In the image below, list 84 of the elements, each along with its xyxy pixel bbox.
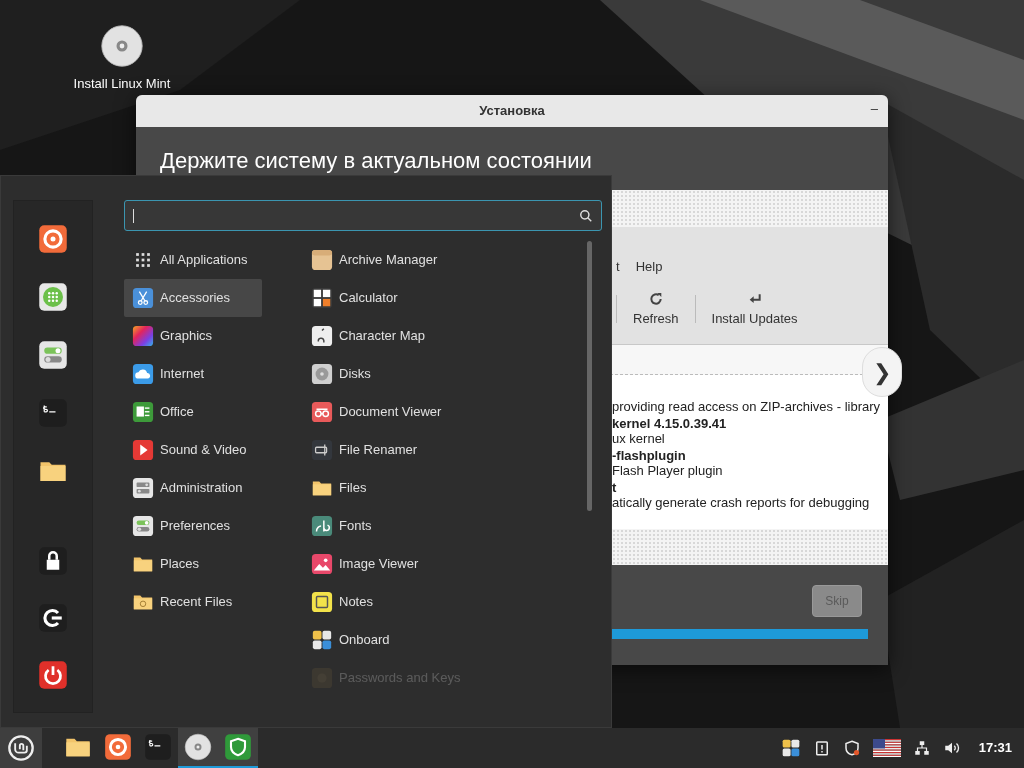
image-icon	[311, 553, 333, 575]
flag-icon	[872, 739, 901, 757]
network-icon	[912, 739, 931, 757]
favorite-launcher[interactable]	[38, 398, 68, 428]
favorite-launcher[interactable]	[38, 340, 68, 370]
terminal-icon	[38, 398, 68, 428]
glasses-icon	[311, 401, 333, 423]
category-item[interactable]: Places	[124, 545, 262, 583]
session-button[interactable]	[38, 603, 68, 633]
fonts-icon	[311, 515, 333, 537]
app-item[interactable]: Document Viewer	[311, 393, 602, 431]
category-item[interactable]: Preferences	[124, 507, 262, 545]
app-item[interactable]: File Renamer	[311, 431, 602, 469]
clock[interactable]: 17:31	[978, 738, 1012, 758]
note-icon	[311, 591, 333, 613]
app-item[interactable]: Onboard	[311, 621, 602, 659]
server-icon	[132, 477, 154, 499]
menu-button[interactable]	[0, 728, 42, 768]
document-icon	[132, 401, 154, 423]
favorite-launcher[interactable]	[38, 282, 68, 312]
page-heading: Держите систему в актуальном состоянии	[160, 147, 592, 175]
category-item[interactable]: Office	[124, 393, 262, 431]
character-icon	[311, 325, 333, 347]
package-description: Flash Player plugin	[612, 463, 724, 478]
app-item[interactable]: Archive Manager	[311, 241, 602, 279]
package-name: kernel 4.15.0.39.41	[612, 416, 728, 431]
keyboard-icon	[311, 629, 333, 651]
shield-icon	[224, 733, 252, 761]
menu-item[interactable]: Help	[635, 257, 663, 277]
category-item[interactable]: Internet	[124, 355, 262, 393]
taskbar-launcher[interactable]	[218, 728, 258, 768]
app-item[interactable]: Files	[311, 469, 602, 507]
search-field[interactable]	[124, 200, 602, 231]
archive-box-icon	[311, 249, 333, 271]
toolbar-button[interactable]: Refresh	[633, 308, 679, 328]
package-description: atically generate crash reports for debugging	[612, 495, 871, 510]
package-description: ux kernel	[612, 431, 666, 446]
power-icon	[38, 660, 68, 690]
toggles-icon	[132, 515, 154, 537]
lock-icon	[38, 546, 68, 576]
favorite-launcher[interactable]	[38, 224, 68, 254]
session-button[interactable]	[38, 660, 68, 690]
category-item[interactable]: Graphics	[124, 317, 262, 355]
scissors-icon	[132, 287, 154, 309]
toolbar-button[interactable]: Install Updates	[711, 308, 798, 328]
menu-item[interactable]: t	[616, 257, 620, 277]
package-description: providing read access on ZIP-archives - library	[612, 399, 882, 414]
toggles-icon	[38, 340, 68, 370]
taskbar-launcher[interactable]	[178, 728, 218, 768]
app-item[interactable]: Calculator	[311, 279, 602, 317]
category-item[interactable]: Administration	[124, 469, 262, 507]
scrollbar[interactable]	[587, 241, 592, 511]
window-title: Установка	[479, 102, 545, 121]
app-item[interactable]: Disks	[311, 355, 602, 393]
terminal-icon	[144, 733, 172, 761]
mint-logo-icon	[7, 734, 35, 762]
desktop-icon-label[interactable]: Install Linux Mint	[73, 74, 171, 94]
package-name: -flashplugin	[612, 448, 687, 463]
category-item[interactable]: Recent Files	[124, 583, 262, 621]
disc-icon	[100, 24, 144, 68]
category-item[interactable]: All Applications	[124, 241, 262, 279]
play-icon	[132, 439, 154, 461]
disc-icon	[184, 733, 212, 761]
calculator-icon	[311, 287, 333, 309]
keyboard-icon	[780, 738, 801, 758]
cloud-icon	[132, 363, 154, 385]
app-item[interactable]: Character Map	[311, 317, 602, 355]
app-item[interactable]: Fonts	[311, 507, 602, 545]
browser-icon	[38, 224, 68, 254]
search-icon	[579, 208, 593, 223]
shield-icon	[842, 739, 861, 757]
package-name: t	[612, 480, 618, 495]
logout-icon	[38, 603, 68, 633]
session-button[interactable]	[38, 546, 68, 576]
color-palette-icon	[132, 325, 154, 347]
app-item[interactable]: Image Viewer	[311, 545, 602, 583]
app-grid-icon	[38, 282, 68, 312]
browser-icon	[104, 733, 132, 761]
category-item[interactable]: Accessories	[124, 279, 262, 317]
category-item[interactable]: Sound & Video	[124, 431, 262, 469]
rename-icon	[311, 439, 333, 461]
refresh-icon	[647, 290, 664, 307]
app-item[interactable]: Notes	[311, 583, 602, 621]
minimize-button[interactable]: –	[866, 99, 882, 119]
